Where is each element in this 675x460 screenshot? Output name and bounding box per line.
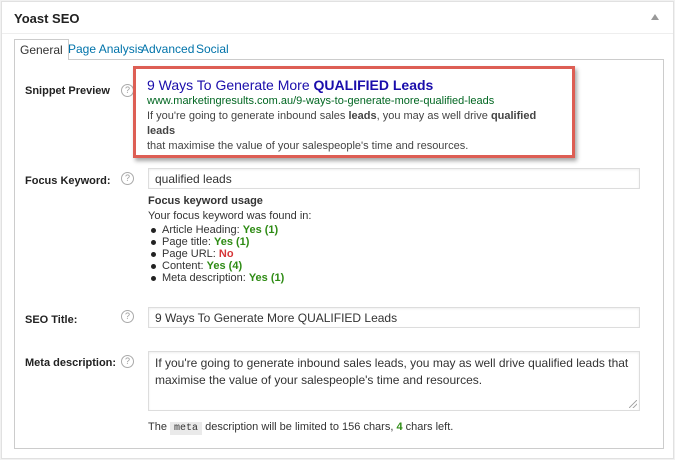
meta-code: meta (170, 422, 203, 435)
usage-heading: Focus keyword usage (148, 195, 263, 207)
usage-item-content: Content: Yes (4) (148, 260, 311, 272)
snippet-description: If you're going to generate inbound sale… (147, 110, 537, 152)
usage-list: Article Heading: Yes (1) Page title: Yes… (148, 224, 311, 284)
meta-description-wrapper: If you're going to generate inbound sale… (148, 351, 640, 411)
resize-handle-icon[interactable] (629, 400, 637, 408)
seo-title-label: SEO Title: (25, 314, 78, 326)
focus-keyword-help-icon[interactable]: ? (121, 172, 134, 185)
yoast-seo-metabox: Yoast SEO General Page Analysis Advanced… (1, 1, 674, 459)
yoast-panel: General Page Analysis Advanced Social Sn… (14, 37, 664, 449)
tab-general[interactable]: General (14, 39, 69, 61)
seo-title-help-icon[interactable]: ? (121, 310, 134, 323)
snippet-title[interactable]: 9 Ways To Generate More QUALIFIED Leads (147, 77, 561, 94)
meta-description-textarea[interactable]: If you're going to generate inbound sale… (148, 351, 640, 411)
snippet-url: www.marketingresults.com.au/9-ways-to-ge… (147, 95, 495, 107)
focus-keyword-input[interactable] (148, 168, 640, 189)
tab-content-general: Snippet Preview ? 9 Ways To Generate Mor… (14, 60, 664, 449)
focus-keyword-usage: Focus keyword usage Your focus keyword w… (148, 194, 311, 284)
tab-bar: General Page Analysis Advanced Social (14, 39, 664, 61)
seo-title-input[interactable] (148, 307, 640, 328)
metabox-title: Yoast SEO (14, 11, 80, 26)
metabox-header: Yoast SEO (2, 2, 673, 34)
meta-description-help-icon[interactable]: ? (121, 355, 134, 368)
snippet-preview: 9 Ways To Generate More QUALIFIED Leads … (133, 66, 575, 158)
usage-item-article-heading: Article Heading: Yes (1) (148, 224, 311, 236)
collapse-toggle-icon[interactable] (651, 14, 659, 20)
meta-length-note: The meta description will be limited to … (148, 421, 454, 435)
meta-description-label: Meta description: (25, 357, 117, 369)
usage-intro: Your focus keyword was found in: (148, 210, 312, 222)
tab-social[interactable]: Social (191, 39, 234, 60)
usage-item-page-title: Page title: Yes (1) (148, 236, 311, 248)
focus-keyword-label: Focus Keyword: (25, 175, 111, 187)
usage-item-page-url: Page URL: No (148, 248, 311, 260)
usage-item-meta-description: Meta description: Yes (1) (148, 272, 311, 284)
snippet-preview-label: Snippet Preview (25, 85, 110, 97)
tab-advanced[interactable]: Advanced (136, 39, 199, 60)
